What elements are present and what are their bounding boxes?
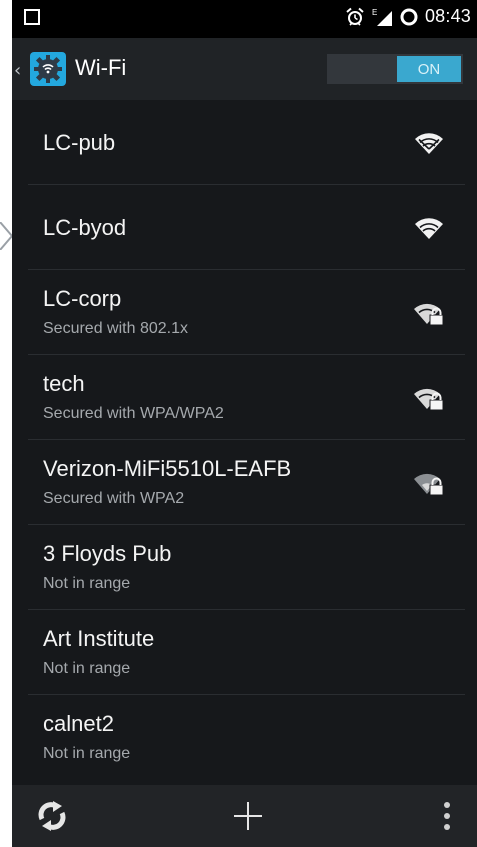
- wifi-lock-icon: [414, 473, 444, 496]
- bottom-action-bar: [12, 785, 477, 847]
- wifi-settings-app-icon[interactable]: [30, 52, 66, 86]
- network-ssid: calnet2: [43, 711, 114, 736]
- network-ssid: tech: [43, 371, 85, 396]
- network-detail: Secured with WPA/WPA2: [43, 405, 224, 422]
- wifi-toggle[interactable]: ON: [327, 54, 463, 84]
- network-row[interactable]: tech Secured with WPA/WPA2: [28, 355, 465, 440]
- overflow-menu-button[interactable]: [429, 798, 465, 834]
- network-ssid: LC-byod: [43, 215, 127, 240]
- signal-icon: E: [372, 8, 392, 26]
- network-ssid: 3 Floyds Pub: [43, 541, 172, 566]
- back-caret-icon[interactable]: ‹: [14, 60, 21, 81]
- alarm-icon: [346, 7, 364, 26]
- wifi-signal-icon: [415, 133, 443, 154]
- network-row[interactable]: Art Institute Not in range: [28, 610, 465, 695]
- notification-square-icon: [24, 9, 40, 25]
- add-network-icon: [234, 802, 262, 830]
- network-row[interactable]: LC-corp Secured with 802.1x: [28, 270, 465, 355]
- scan-button[interactable]: [34, 798, 70, 834]
- scan-icon: [38, 801, 66, 831]
- network-row[interactable]: calnet2 Not in range: [28, 695, 465, 780]
- add-network-button[interactable]: [230, 798, 266, 834]
- network-row[interactable]: LC-pub: [28, 100, 465, 185]
- overflow-menu-icon: [444, 802, 450, 830]
- sync-icon: [400, 8, 418, 25]
- svg-text:E: E: [372, 8, 377, 17]
- wifi-lock-icon: [414, 388, 444, 411]
- network-ssid: Art Institute: [43, 626, 155, 651]
- network-detail: Not in range: [43, 575, 131, 592]
- toggle-on-label: ON: [397, 56, 461, 82]
- wifi-signal-icon: [415, 218, 443, 239]
- network-detail: Not in range: [43, 660, 131, 677]
- network-row[interactable]: LC-byod: [28, 185, 465, 270]
- phone-screen: E 08:43 ‹ Wi-Fi ON LC-pub LC-byod LC-cor…: [12, 0, 477, 847]
- network-detail: Secured with 802.1x: [43, 320, 188, 337]
- network-row[interactable]: 3 Floyds Pub Not in range: [28, 525, 465, 610]
- page-title: Wi-Fi: [75, 55, 127, 80]
- network-ssid: LC-pub: [43, 130, 116, 155]
- status-time: 08:43: [424, 6, 471, 26]
- action-bar: ‹ Wi-Fi ON: [12, 38, 477, 100]
- network-detail: Secured with WPA2: [43, 490, 185, 507]
- network-detail: Not in range: [43, 745, 131, 762]
- network-ssid: Verizon-MiFi5510L-EAFB: [43, 456, 292, 481]
- network-ssid: LC-corp: [43, 286, 122, 311]
- wifi-lock-icon: [414, 303, 444, 326]
- status-bar: E 08:43: [12, 0, 477, 38]
- network-list: LC-pub LC-byod LC-corp Secured with 802.…: [12, 100, 477, 780]
- network-row[interactable]: Verizon-MiFi5510L-EAFB Secured with WPA2: [28, 440, 465, 525]
